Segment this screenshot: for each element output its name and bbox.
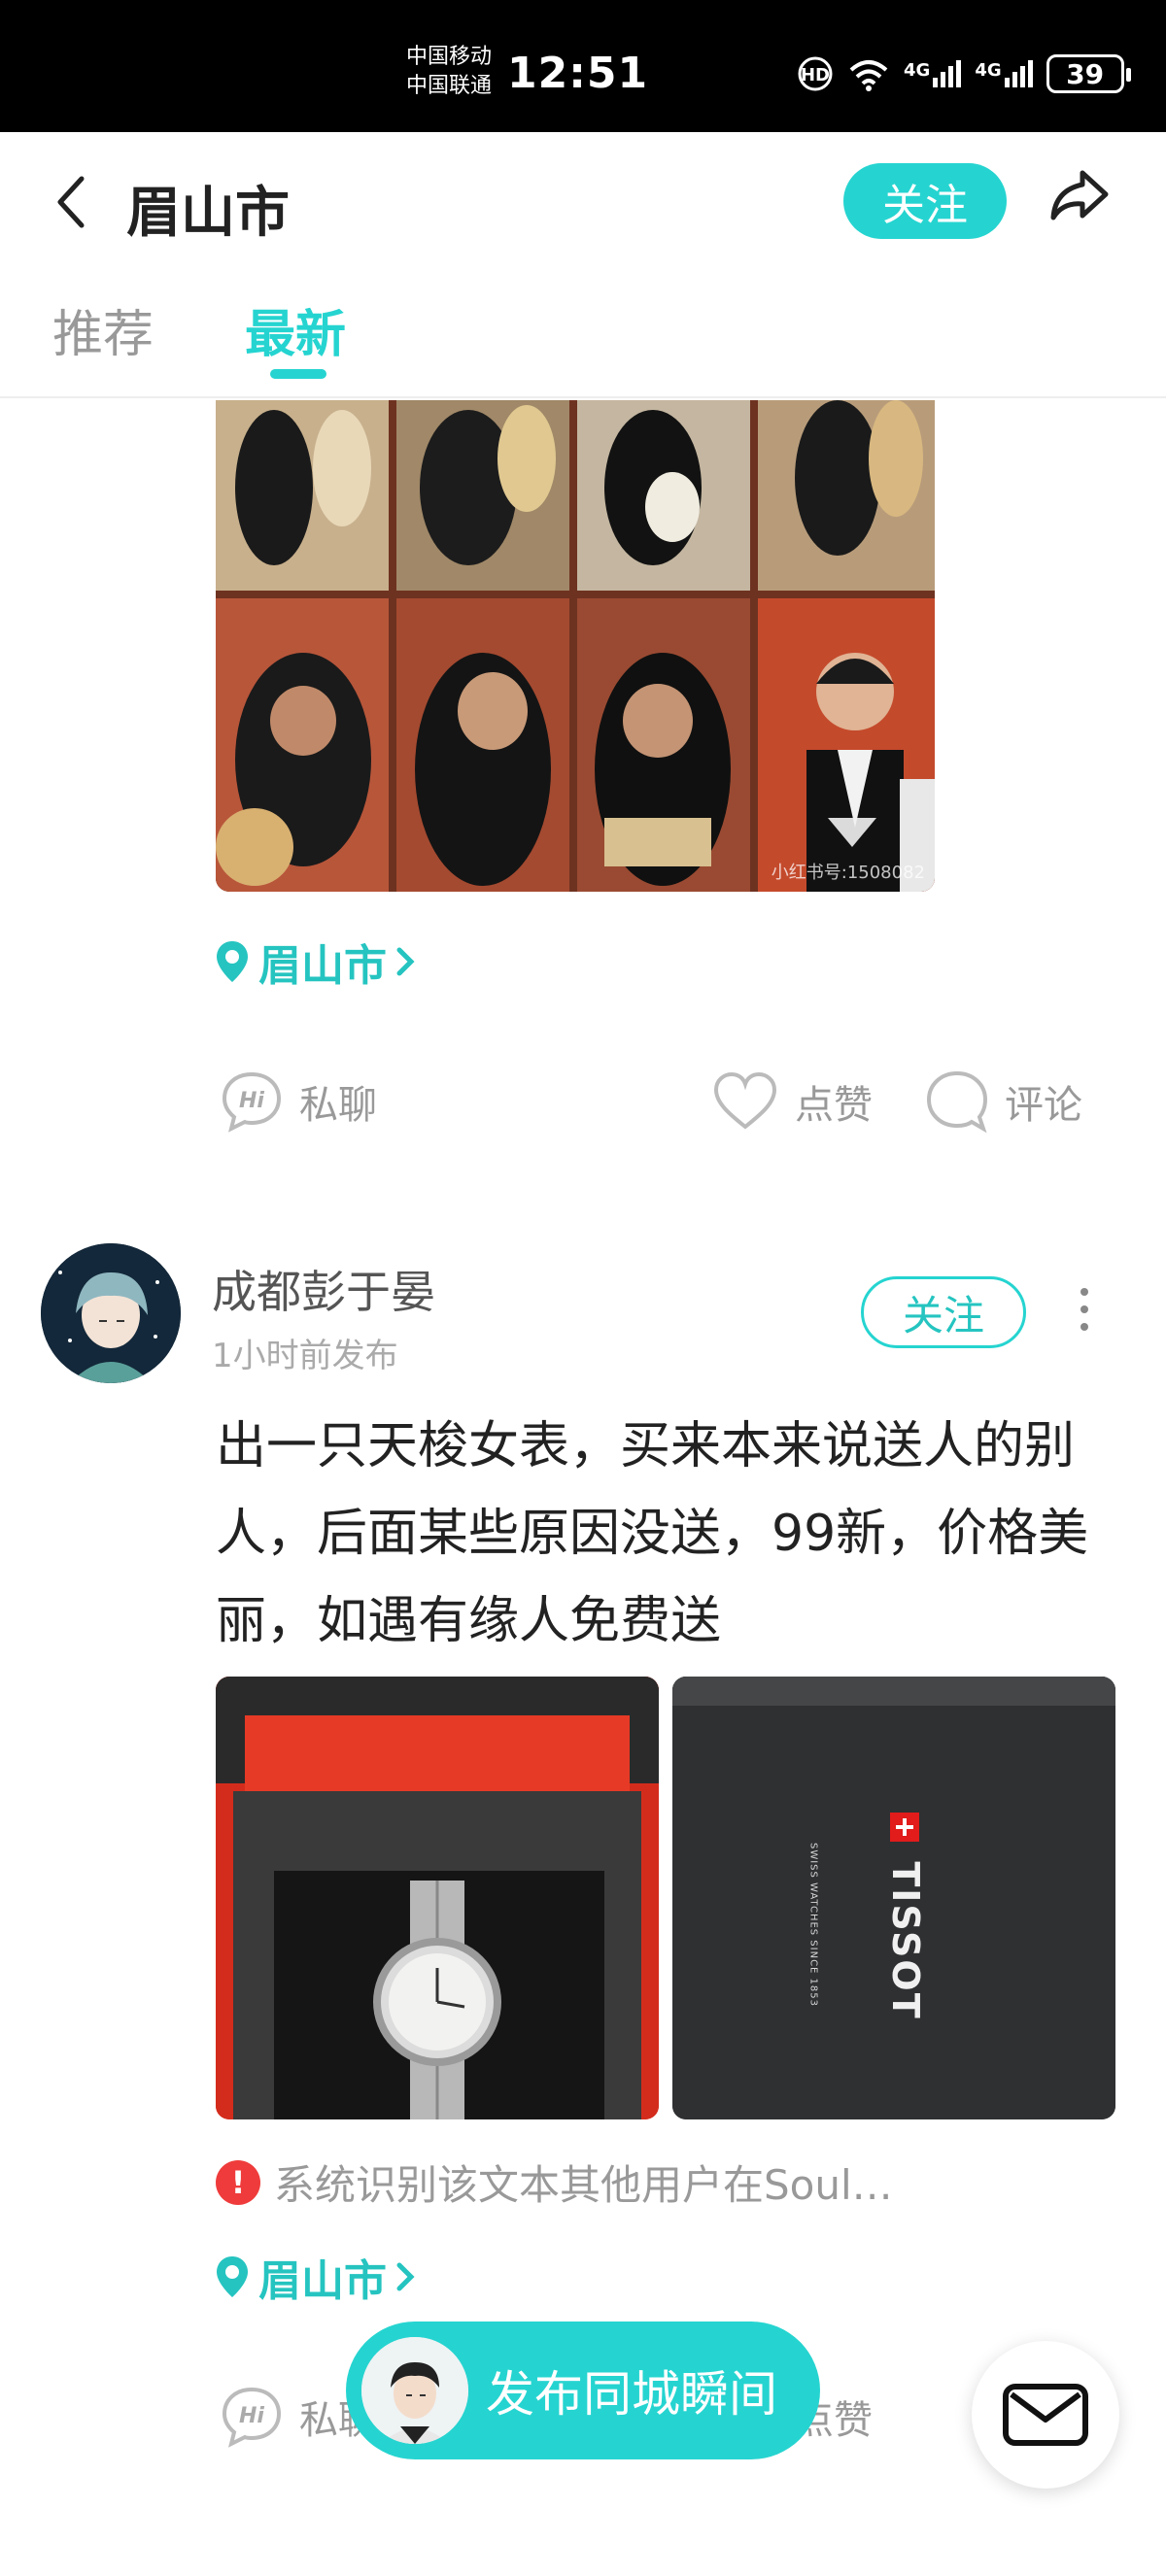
status-icons: HD 4G 4G 39 xyxy=(797,54,1131,93)
signal-2-icon: 4G xyxy=(975,60,1033,87)
publish-moment-label: 发布同城瞬间 xyxy=(486,2366,777,2423)
warning-text: 系统识别该文本其他用户在Soul… xyxy=(274,2161,893,2209)
brand-tagline: SWISS WATCHES SINCE 1853 xyxy=(807,1842,819,2008)
heart-icon xyxy=(713,1071,777,1130)
brand-logo: TISSOT SWISS WATCHES SINCE 1853 xyxy=(808,1813,935,2020)
carrier-2: 中国联通 xyxy=(406,74,493,98)
carrier-names: 中国移动 中国联通 xyxy=(406,43,492,101)
network-type-2: 4G xyxy=(975,60,1002,81)
battery-icon: 39 xyxy=(1046,54,1131,93)
wifi-icon xyxy=(849,60,888,91)
publish-moment-button[interactable]: 发布同城瞬间 xyxy=(346,2322,820,2459)
post-timestamp: 1小时前发布 xyxy=(212,1337,398,1375)
publisher-avatar xyxy=(361,2337,468,2444)
system-warning[interactable]: ! 系统识别该文本其他用户在Soul… xyxy=(216,2152,893,2212)
feed-tabs: 推荐 最新 xyxy=(0,268,1166,398)
tab-recommend[interactable]: 推荐 xyxy=(52,293,154,366)
active-tab-indicator xyxy=(270,369,326,379)
chat-hi-icon: Hi xyxy=(222,1071,282,1133)
follow-city-button[interactable]: 关注 xyxy=(843,163,1007,239)
carrier-1: 中国移动 xyxy=(406,45,493,69)
comment-bubble-icon xyxy=(926,1070,988,1134)
tab-latest[interactable]: 最新 xyxy=(245,293,346,366)
follow-user-button[interactable]: 关注 xyxy=(861,1276,1026,1348)
svg-text:HD: HD xyxy=(801,65,830,85)
back-arrow-icon[interactable] xyxy=(51,173,93,231)
svg-text:Hi: Hi xyxy=(239,2404,264,2428)
post-location-label: 眉山市 xyxy=(258,2256,387,2306)
post-photo-box[interactable]: TISSOT SWISS WATCHES SINCE 1853 xyxy=(672,1677,1115,2119)
location-pin-icon xyxy=(217,2256,248,2297)
hd-call-icon: HD xyxy=(798,56,833,91)
private-chat-label: 私聊 xyxy=(299,1083,377,1128)
user-avatar[interactable] xyxy=(41,1243,181,1383)
post-location-link-2[interactable]: 眉山市 xyxy=(214,2246,416,2308)
status-time: 12:51 xyxy=(507,49,649,98)
location-pin-icon xyxy=(217,941,248,982)
painting-artwork xyxy=(216,400,935,892)
post-actions: Hi 私聊 点赞 评论 xyxy=(216,1063,1110,1140)
post-location-link[interactable]: 眉山市 xyxy=(214,931,416,993)
status-bar: 中国移动 中国联通 12:51 HD 4G 4G 39 xyxy=(0,0,1166,132)
publisher-avatar-illustration xyxy=(361,2337,468,2444)
signal-1-icon: 4G xyxy=(904,60,962,87)
page-header: 眉山市 关注 xyxy=(0,132,1166,268)
share-icon[interactable] xyxy=(1044,161,1114,231)
comment-label: 评论 xyxy=(1005,1083,1082,1128)
chat-hi-icon: Hi xyxy=(222,2387,282,2448)
page-title: 眉山市 xyxy=(126,182,290,245)
comment-button[interactable]: 评论 xyxy=(925,1063,1082,1140)
brand-name: TISSOT xyxy=(884,1861,927,2020)
chevron-right-icon xyxy=(396,947,415,976)
post-image[interactable]: 小红书号:1508082 xyxy=(216,400,935,892)
chevron-right-icon xyxy=(396,2262,415,2291)
post-content: 出一只天梭女表，买来本来说送人的别人，后面某些原因没送，99新，价格美丽，如遇有… xyxy=(216,1417,1089,1650)
post-username[interactable]: 成都彭于晏 xyxy=(212,1257,435,1321)
svg-text:Hi: Hi xyxy=(239,1089,264,1113)
watch-box-photo xyxy=(216,1677,659,2119)
post-location-label: 眉山市 xyxy=(258,941,387,991)
like-label: 点赞 xyxy=(795,1083,873,1128)
network-type-1: 4G xyxy=(904,60,931,81)
avatar-illustration xyxy=(41,1243,181,1383)
warning-icon: ! xyxy=(216,2159,260,2205)
like-button[interactable]: 点赞 xyxy=(711,1063,873,1140)
post-photo-watch[interactable] xyxy=(216,1677,659,2119)
battery-level: 39 xyxy=(1066,57,1105,90)
more-options-icon[interactable] xyxy=(1073,1288,1096,1337)
envelope-icon xyxy=(1003,2384,1088,2446)
image-watermark: 小红书号:1508082 xyxy=(771,863,925,883)
messages-button[interactable] xyxy=(972,2341,1119,2489)
private-chat-button[interactable]: Hi 私聊 xyxy=(220,1063,377,1140)
